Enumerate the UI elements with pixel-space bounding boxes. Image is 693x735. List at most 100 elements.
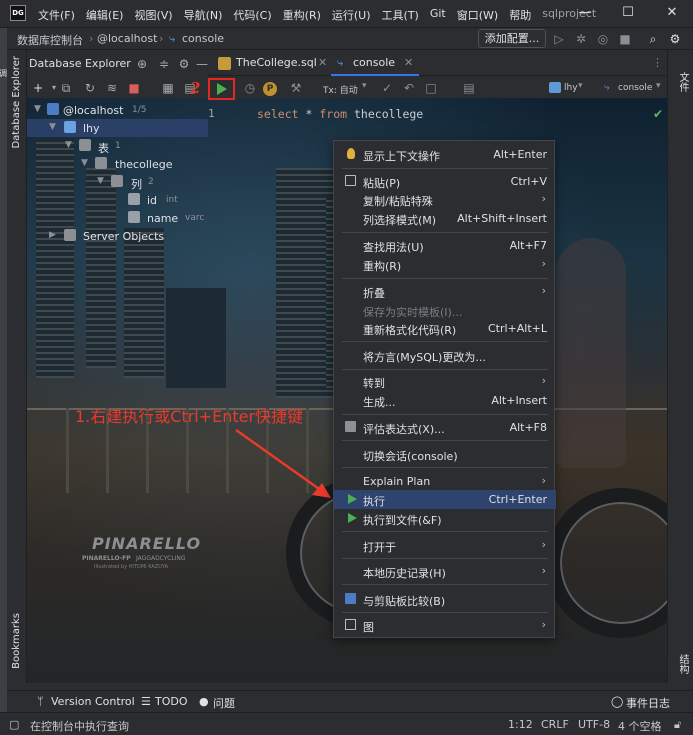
execute-run-button[interactable] <box>208 78 235 100</box>
tree-node-localhost[interactable]: ▼ @localhost 1/5 <box>27 101 208 119</box>
transaction-mode-select[interactable]: Tx: 自动 <box>323 83 358 96</box>
commit-check-icon[interactable]: ✓ <box>379 80 395 96</box>
menu-tools[interactable]: 工具(T) <box>382 7 419 23</box>
menu-item-folding[interactable]: 折叠 › <box>334 282 556 301</box>
tree-node-columns[interactable]: ▼ 列 2 <box>27 173 208 191</box>
menu-item-copy-paste-special[interactable]: 复制/粘贴特殊 › <box>334 190 556 209</box>
menu-item-paste[interactable]: 粘贴(P) Ctrl+V <box>334 172 556 191</box>
chevron-down-icon[interactable]: ▼ <box>97 176 104 186</box>
stop-icon[interactable]: ■ <box>617 31 633 47</box>
status-layout-icon[interactable]: ▢ <box>9 718 19 731</box>
sql-code-line[interactable]: select * from thecollege <box>257 107 423 121</box>
menu-item-evaluate-expression[interactable]: 评估表达式(X)... Alt+F8 <box>334 418 556 437</box>
add-configuration-button[interactable]: 添加配置... <box>478 29 546 48</box>
history-clock-icon[interactable]: ◷ <box>242 80 258 96</box>
menu-item-column-selection-mode[interactable]: 列选择模式(M) Alt+Shift+Insert <box>334 209 556 228</box>
bookmarks-stripe-button[interactable]: Bookmarks <box>11 613 22 669</box>
results-grid-icon[interactable]: ▤ <box>461 80 477 96</box>
menu-item-go-to[interactable]: 转到 › <box>334 372 556 391</box>
add-icon[interactable]: + <box>30 80 46 96</box>
breadcrumb-console-root[interactable]: 数据库控制台 <box>17 32 83 48</box>
menu-view[interactable]: 视图(V) <box>134 7 172 23</box>
cancel-square-icon[interactable]: □ <box>423 80 439 96</box>
tab-thecollege-sql[interactable]: TheCollege.sql ✕ <box>214 52 329 76</box>
chevron-down-icon[interactable]: ▼ <box>49 122 56 132</box>
menu-item-execute[interactable]: 执行 Ctrl+Enter <box>334 490 556 509</box>
menu-item-refactor[interactable]: 重构(R) › <box>334 255 556 274</box>
stop-icon[interactable]: ■ <box>126 80 142 96</box>
tab-console[interactable]: ⤷ console ✕ <box>331 52 419 76</box>
breadcrumb-localhost[interactable]: @localhost <box>97 32 157 45</box>
problems-button[interactable]: 问题 <box>213 695 235 711</box>
tree-node-server-objects[interactable]: ▶ Server Objects <box>27 227 208 245</box>
menu-file[interactable]: 文件(F) <box>38 7 75 23</box>
menu-item-diagrams[interactable]: 图 › <box>334 616 556 635</box>
settings-wrench-icon[interactable]: ⚒ <box>288 80 304 96</box>
menu-navigate[interactable]: 导航(N) <box>184 7 223 23</box>
chevron-down-icon[interactable]: ▾ <box>362 81 367 91</box>
indent-setting[interactable]: 4 个空格 <box>618 718 662 734</box>
search-icon[interactable]: ⌕ <box>645 31 661 47</box>
tree-node-column-id[interactable]: id int <box>27 191 208 209</box>
debug-icon[interactable]: ✲ <box>573 31 589 47</box>
files-stripe-button[interactable]: 文件 <box>675 72 690 92</box>
line-separator[interactable]: CRLF <box>541 718 569 731</box>
menu-window[interactable]: 窗口(W) <box>457 7 498 23</box>
expand-all-icon[interactable]: ≑ <box>156 56 172 72</box>
settings-gear-icon[interactable]: ⚙ <box>667 31 683 47</box>
menu-item-open-in[interactable]: 打开于 › <box>334 536 556 555</box>
chevron-right-icon[interactable]: ▶ <box>49 230 56 240</box>
caret-position[interactable]: 1:12 <box>508 718 533 731</box>
lock-icon[interactable]: 🔓︎ <box>674 718 681 732</box>
chevron-down-icon[interactable]: ▼ <box>65 140 72 150</box>
chevron-down-icon[interactable]: ▼ <box>81 158 88 168</box>
menu-help[interactable]: 帮助 <box>509 7 531 23</box>
chevron-down-icon[interactable]: ▼ <box>34 104 41 114</box>
tree-node-tables[interactable]: ▼ 表 1 <box>27 137 208 155</box>
menu-item-compare-with-clipboard[interactable]: 与剪贴板比较(B) <box>334 590 556 609</box>
file-encoding[interactable]: UTF-8 <box>578 718 610 731</box>
coverage-icon[interactable]: ◎ <box>595 31 611 47</box>
structure-stripe-button[interactable]: 结构 <box>675 654 690 674</box>
more-tabs-icon[interactable]: ⋮ <box>652 56 663 69</box>
minimize-button[interactable]: — <box>570 4 600 22</box>
menu-item-generate[interactable]: 生成... Alt+Insert <box>334 391 556 410</box>
menu-git[interactable]: Git <box>430 7 446 23</box>
close-window-button[interactable]: ✕ <box>657 4 687 22</box>
run-config-icon[interactable]: ▷ <box>551 31 567 47</box>
menu-edit[interactable]: 编辑(E) <box>86 7 124 23</box>
tree-node-column-name[interactable]: name varc <box>27 209 208 227</box>
menu-item-switch-session[interactable]: 切换会话(console) <box>334 445 556 464</box>
profile-p-icon[interactable]: P <box>263 82 277 96</box>
rollback-icon[interactable]: ↶ <box>401 80 417 96</box>
close-tab-icon[interactable]: ✕ <box>404 52 413 74</box>
chevron-down-icon[interactable]: ▾ <box>656 81 661 91</box>
breadcrumb-console[interactable]: console <box>182 32 224 45</box>
version-control-button[interactable]: Version Control <box>51 695 135 708</box>
tree-node-thecollege[interactable]: ▼ thecollege <box>27 155 208 173</box>
menu-item-change-dialect[interactable]: 将方言(MySQL)更改为... <box>334 346 556 365</box>
menu-run[interactable]: 运行(U) <box>332 7 371 23</box>
copy-icon[interactable]: ⧉ <box>58 80 74 96</box>
menu-item-local-history[interactable]: 本地历史记录(H) › <box>334 562 556 581</box>
schema-selector[interactable]: lhy <box>564 83 578 93</box>
locate-icon[interactable]: ⊕ <box>134 56 150 72</box>
event-log-button[interactable]: 事件日志 <box>626 695 670 711</box>
menu-item-show-context-actions[interactable]: 显示上下文操作 Alt+Enter <box>334 145 556 164</box>
schema-sync-icon[interactable]: ≋ <box>104 80 120 96</box>
table-editor-icon[interactable]: ▦ <box>160 80 176 96</box>
menu-code[interactable]: 代码(C) <box>233 7 271 23</box>
menu-item-reformat-code[interactable]: 重新格式化代码(R) Ctrl+Alt+L <box>334 319 556 338</box>
session-selector[interactable]: console <box>618 83 652 93</box>
options-gear-icon[interactable]: ⚙ <box>176 56 192 72</box>
menu-item-explain-plan[interactable]: Explain Plan › <box>334 472 556 491</box>
close-tab-icon[interactable]: ✕ <box>318 52 327 74</box>
database-explorer-stripe-button[interactable]: Database Explorer <box>11 56 22 149</box>
menu-refactor[interactable]: 重构(R) <box>283 7 321 23</box>
chevron-down-icon[interactable]: ▾ <box>578 81 583 91</box>
menu-item-execute-to-file[interactable]: 执行到文件(&F) <box>334 509 556 528</box>
menu-item-find-usages[interactable]: 查找用法(U) Alt+F7 <box>334 236 556 255</box>
maximize-button[interactable]: ☐ <box>613 4 643 22</box>
todo-button[interactable]: TODO <box>155 695 188 708</box>
tree-node-lhy[interactable]: ▼ lhy <box>27 119 208 137</box>
